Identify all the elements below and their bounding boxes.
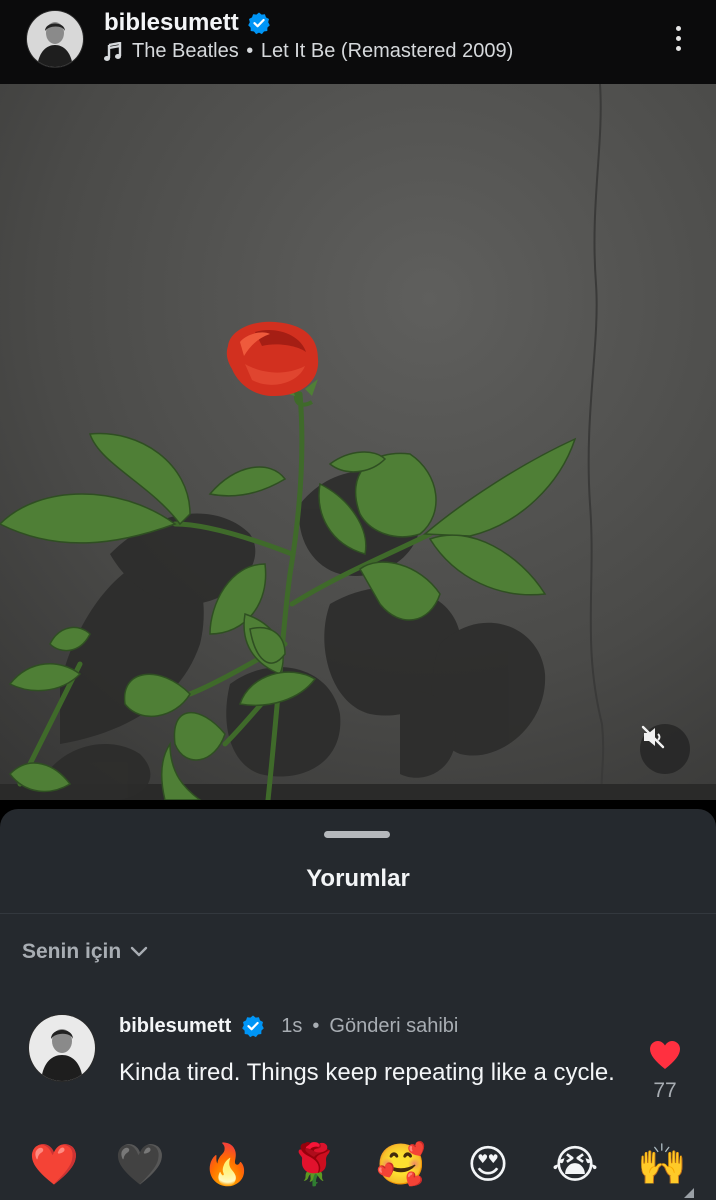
reaction-smiling-hearts[interactable]: 🥰	[375, 1139, 427, 1191]
meta-dot: •	[312, 1014, 320, 1037]
like-count: 77	[653, 1079, 677, 1102]
commenter-username[interactable]: biblesumett	[119, 1015, 231, 1038]
comment-text: Kinda tired. Things keep repeating like …	[119, 1059, 615, 1086]
speaker-muted-icon	[641, 725, 665, 749]
post-header: biblesumett The Beatles • Let It Be (Rem…	[0, 0, 716, 84]
commenter-avatar[interactable]	[29, 1015, 95, 1081]
chevron-down-icon	[130, 946, 148, 957]
reaction-fire[interactable]: 🔥	[201, 1139, 253, 1191]
reaction-raised-hands[interactable]: 🙌	[636, 1139, 688, 1191]
comment-time: 1s	[281, 1014, 303, 1037]
comment-sort-filter[interactable]: Senin için	[22, 940, 149, 964]
resize-corner	[684, 1188, 694, 1198]
music-attribution[interactable]: The Beatles • Let It Be (Remastered 2009…	[104, 40, 513, 63]
filter-label: Senin için	[22, 940, 122, 963]
music-title: Let It Be (Remastered 2009)	[260, 40, 514, 62]
reaction-heart-eyes[interactable]: 😍	[462, 1139, 514, 1191]
comment-meta: biblesumett 1s • Gönderi sahibi	[119, 1014, 458, 1038]
mute-toggle-button[interactable]	[640, 724, 690, 774]
verified-badge-icon	[242, 1015, 265, 1038]
reaction-crying[interactable]: 😭	[549, 1139, 601, 1191]
reaction-red-heart[interactable]: ❤️	[28, 1139, 80, 1191]
more-vertical-icon	[675, 25, 681, 31]
heart-icon[interactable]	[648, 1039, 682, 1071]
reaction-black-heart[interactable]: 🖤	[114, 1139, 166, 1191]
header-username[interactable]: biblesumett	[104, 9, 239, 37]
music-artist: The Beatles	[132, 40, 239, 62]
post-photo[interactable]	[0, 84, 716, 800]
post-owner-label: Gönderi sahibi	[329, 1014, 459, 1037]
sheet-drag-handle[interactable]	[324, 831, 390, 838]
sheet-divider	[0, 913, 716, 914]
rose-photo-image	[0, 84, 716, 800]
more-options-button[interactable]	[668, 18, 688, 58]
comments-sheet: Yorumlar Senin için biblesumett 1s • Gön…	[0, 809, 716, 1200]
reaction-rose[interactable]: 🌹	[288, 1139, 340, 1191]
music-separator: •	[246, 40, 254, 62]
profile-avatar[interactable]	[27, 11, 83, 67]
header-username-row[interactable]: biblesumett	[104, 9, 271, 37]
music-note-icon	[104, 41, 122, 61]
verified-badge-icon	[247, 12, 270, 35]
quick-reaction-bar: ❤️ 🖤 🔥 🌹 🥰 😍 😭 🙌	[0, 1139, 716, 1195]
sheet-title: Yorumlar	[306, 865, 410, 892]
